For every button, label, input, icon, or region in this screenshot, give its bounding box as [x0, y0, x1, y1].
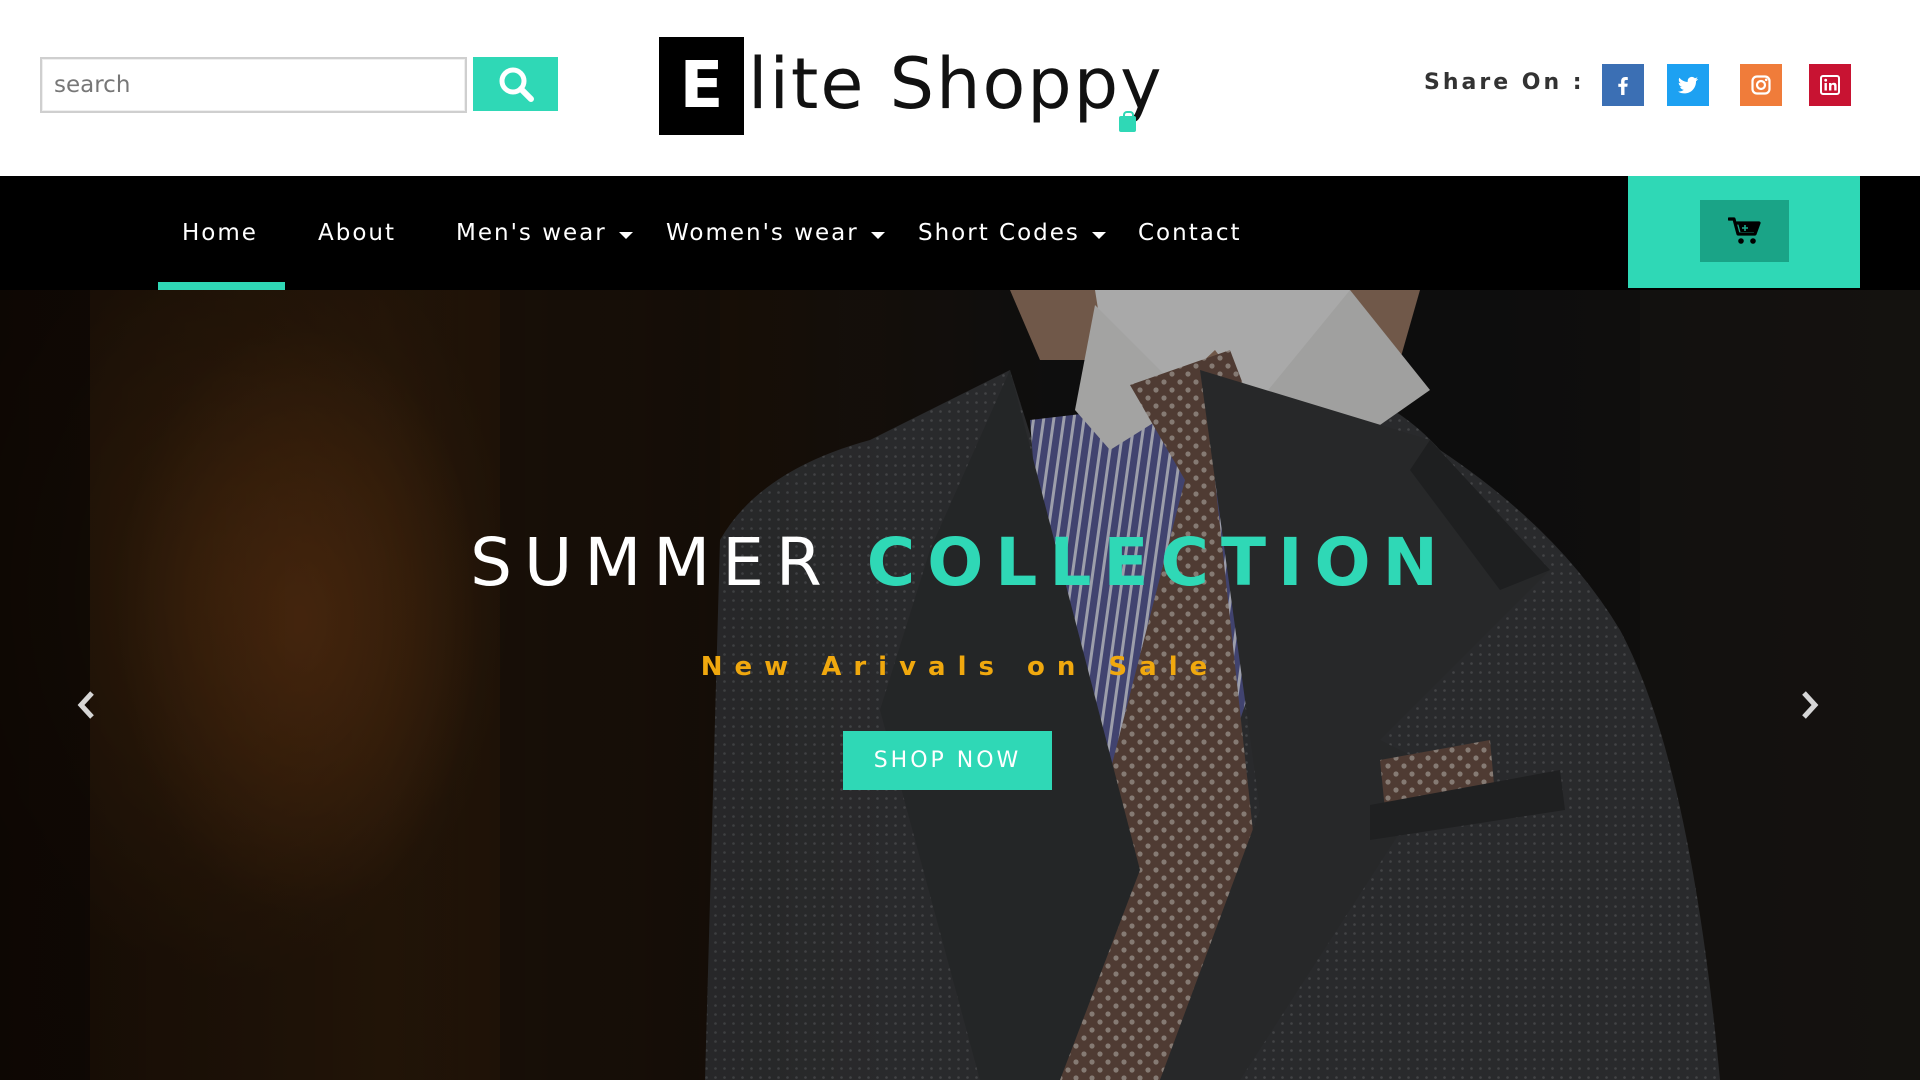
facebook-icon [1618, 77, 1628, 95]
shopping-bag-icon [1119, 111, 1136, 132]
nav-item-womens-wear[interactable]: Women's wear [666, 176, 885, 290]
nav-active-indicator [158, 282, 285, 290]
share-label: Share On : [1424, 70, 1585, 95]
shop-now-button[interactable]: SHOP NOW [843, 731, 1052, 790]
nav-item-label: Contact [1138, 220, 1242, 246]
hero-title: SUMMER COLLECTION [0, 530, 1920, 596]
chevron-right-icon [1802, 691, 1819, 719]
nav-item-contact[interactable]: Contact [1138, 176, 1241, 290]
cart-icon [1727, 217, 1761, 244]
cart-panel [1628, 176, 1860, 288]
nav-item-label: About [318, 220, 397, 246]
slider-next-button[interactable] [1792, 688, 1826, 722]
chevron-left-icon [77, 691, 94, 719]
logo-text: lite Shoppy [748, 43, 1164, 125]
linkedin-icon [1820, 75, 1840, 95]
site-logo[interactable]: E lite Shoppy [659, 37, 1164, 135]
caret-down-icon [870, 231, 885, 239]
hero-subtitle: New Arivals on Sale [700, 652, 1220, 682]
search-input[interactable] [40, 57, 467, 113]
nav-item-mens-wear[interactable]: Men's wear [456, 176, 633, 290]
instagram-icon [1751, 75, 1771, 95]
nav-item-label: Women's wear [666, 220, 859, 246]
caret-down-icon [1091, 231, 1106, 239]
search-icon [499, 67, 534, 102]
hero-overlay [0, 290, 1920, 1080]
nav-item-home[interactable]: Home [182, 176, 258, 290]
logo-letter: E [659, 37, 744, 135]
slider-prev-button[interactable] [70, 688, 104, 722]
site-header: E lite Shoppy Share On : [0, 0, 1920, 176]
twitter-link[interactable] [1667, 64, 1709, 106]
nav-item-label: Men's wear [456, 220, 607, 246]
facebook-link[interactable] [1602, 64, 1644, 106]
cart-button[interactable] [1700, 200, 1789, 262]
nav-item-short-codes[interactable]: Short Codes [918, 176, 1106, 290]
hero-title-part1: SUMMER [470, 524, 834, 601]
nav-item-label: Short Codes [918, 220, 1080, 246]
hero-title-part2: COLLECTION [866, 524, 1450, 601]
instagram-link[interactable] [1740, 64, 1782, 106]
twitter-icon [1678, 76, 1698, 94]
linkedin-link[interactable] [1809, 64, 1851, 106]
nav-item-label: Home [182, 220, 258, 246]
nav-item-about[interactable]: About [318, 176, 396, 290]
hero-slider: SUMMER COLLECTION New Arivals on Sale SH… [0, 290, 1920, 1080]
main-nav: Home About Men's wear Women's wear Short… [0, 176, 1920, 290]
search-button[interactable] [473, 57, 558, 111]
caret-down-icon [618, 231, 633, 239]
